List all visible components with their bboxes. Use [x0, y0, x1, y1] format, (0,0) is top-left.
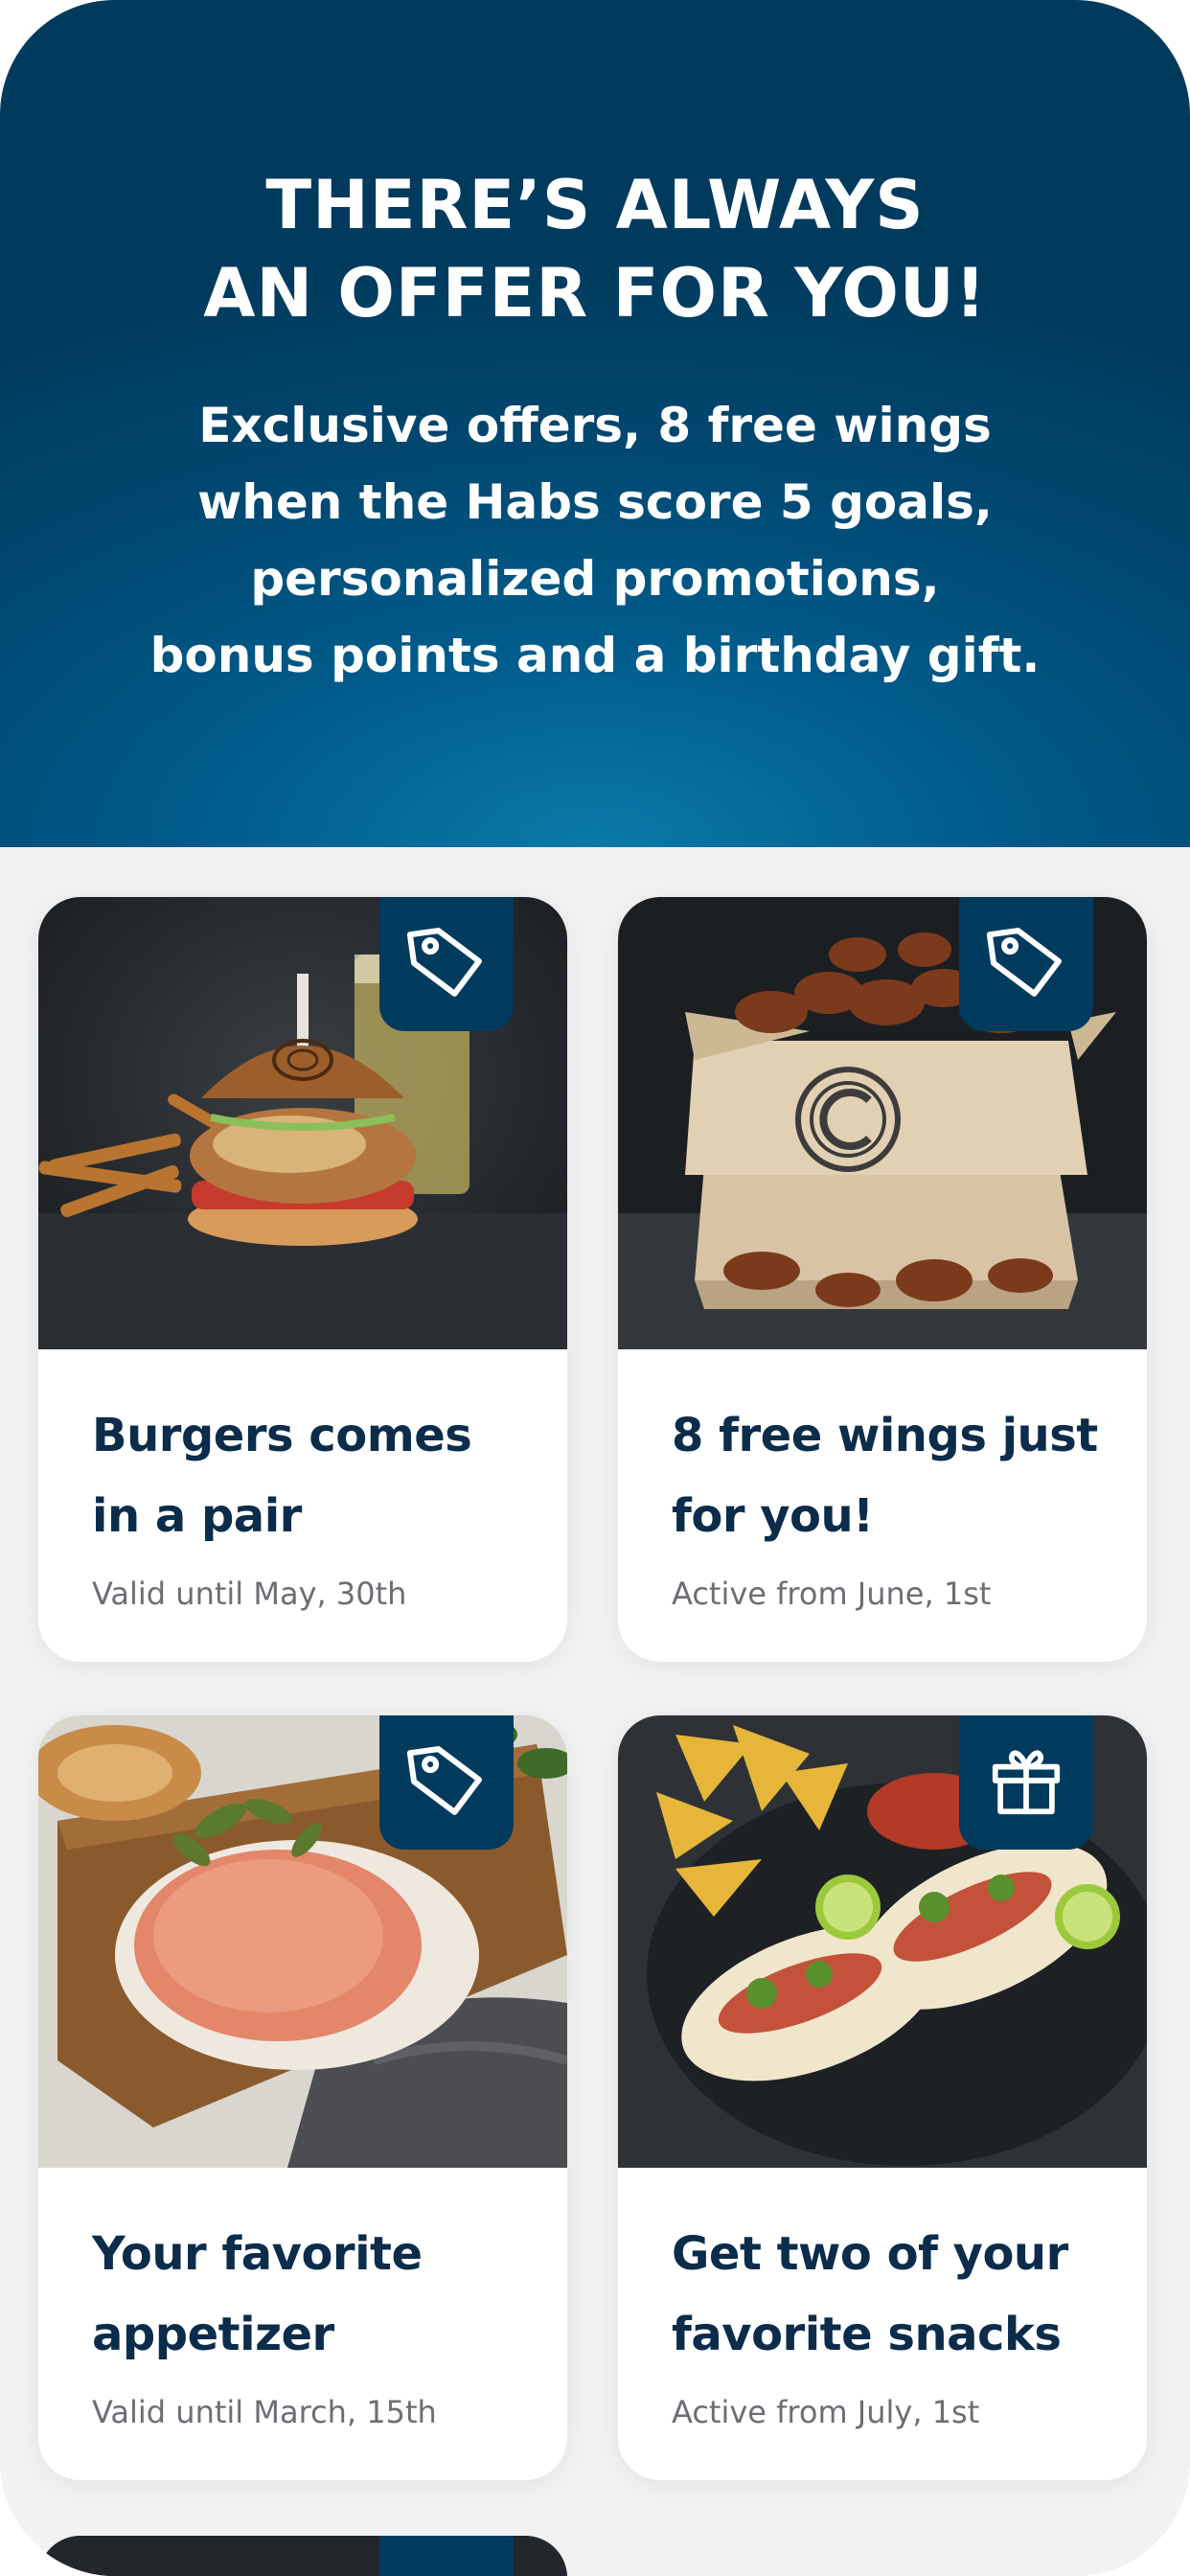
offer-card-appetizer[interactable]: Your favorite appetizer Valid until Marc… — [38, 1715, 567, 2480]
hero-subtitle-line: when the Habs score 5 goals, — [197, 474, 993, 530]
offer-title: Burgers comes in a pair — [92, 1395, 533, 1556]
offer-title-line: Your favorite — [92, 2227, 423, 2281]
offer-card-burgers[interactable]: Burgers comes in a pair Valid until May,… — [38, 897, 567, 1662]
hero-title: THERE’S ALWAYS AN OFFER FOR YOU! — [164, 161, 1026, 337]
offer-validity: Valid until May, 30th — [92, 1576, 407, 1612]
tag-icon — [403, 919, 490, 1009]
offer-title-line: in a pair — [92, 1489, 302, 1543]
offer-title-line: Burgers comes — [92, 1409, 472, 1462]
offer-title-line: Get two of your — [672, 2227, 1068, 2281]
offer-card-snacks[interactable]: Get two of your favorite snacks Active f… — [618, 1715, 1147, 2480]
hero-subtitle: Exclusive offers, 8 free wings when the … — [116, 387, 1074, 694]
offer-validity: Active from July, 1st — [672, 2394, 980, 2430]
offer-badge — [379, 1715, 514, 1850]
tag-icon — [403, 1737, 490, 1828]
tag-icon — [983, 919, 1069, 1009]
hero-title-line: AN OFFER FOR YOU! — [203, 254, 987, 333]
hero-subtitle-line: bonus points and a birthday gift. — [149, 628, 1041, 683]
hero-subtitle-line: personalized promotions, — [250, 551, 940, 607]
offer-title: 8 free wings just for you! — [672, 1395, 1112, 1556]
offer-title-line: 8 free wings just — [672, 1409, 1098, 1462]
offer-title: Get two of your favorite snacks — [672, 2214, 1112, 2375]
offer-title: Your favorite appetizer — [92, 2214, 533, 2375]
offers-screen: THERE’S ALWAYS AN OFFER FOR YOU! Exclusi… — [0, 0, 1190, 2576]
offers-grid: Burgers comes in a pair Valid until May,… — [0, 847, 1190, 2576]
offer-title-line: appetizer — [92, 2308, 334, 2361]
offer-badge — [959, 897, 1093, 1031]
offer-card-wings[interactable]: 8 free wings just for you! Active from J… — [618, 897, 1147, 1662]
hero-title-line: THERE’S ALWAYS — [265, 166, 925, 244]
offer-title-line: for you! — [672, 1489, 874, 1543]
offers-hero: THERE’S ALWAYS AN OFFER FOR YOU! Exclusi… — [0, 0, 1190, 847]
offer-validity: Valid until March, 15th — [92, 2394, 437, 2430]
offer-validity: Active from June, 1st — [672, 1576, 992, 1612]
gift-icon — [985, 1739, 1067, 1826]
offer-title-line: favorite snacks — [672, 2308, 1062, 2361]
offer-card-partial[interactable] — [38, 2536, 567, 2576]
hero-subtitle-line: Exclusive offers, 8 free wings — [198, 398, 992, 453]
offer-badge — [959, 1715, 1093, 1850]
offer-badge — [379, 897, 514, 1031]
